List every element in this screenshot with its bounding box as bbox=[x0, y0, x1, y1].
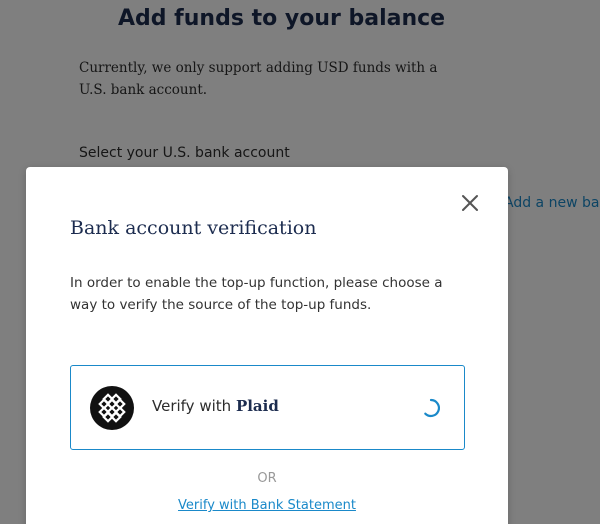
verify-with-text: Verify with bbox=[152, 397, 232, 415]
close-button[interactable] bbox=[460, 193, 480, 213]
plaid-brand-text: Plaid bbox=[235, 397, 279, 415]
plaid-logo-icon bbox=[90, 386, 134, 430]
page: Add funds to your balance Currently, we … bbox=[0, 0, 600, 524]
verify-with-plaid-label: Verify with Plaid bbox=[152, 397, 279, 415]
modal-description: In order to enable the top-up function, … bbox=[70, 275, 443, 313]
verify-with-plaid-button[interactable]: Verify with Plaid bbox=[70, 365, 465, 450]
verify-with-bank-statement-link-row: Verify with Bank Statement bbox=[26, 498, 508, 513]
bank-verification-modal: Bank account verification In order to en… bbox=[26, 167, 508, 524]
modal-title: Bank account verification bbox=[70, 217, 317, 239]
or-separator: OR bbox=[257, 471, 277, 486]
loading-spinner-icon bbox=[424, 398, 440, 418]
verify-with-bank-statement-link[interactable]: Verify with Bank Statement bbox=[178, 498, 356, 513]
close-icon bbox=[462, 195, 478, 211]
